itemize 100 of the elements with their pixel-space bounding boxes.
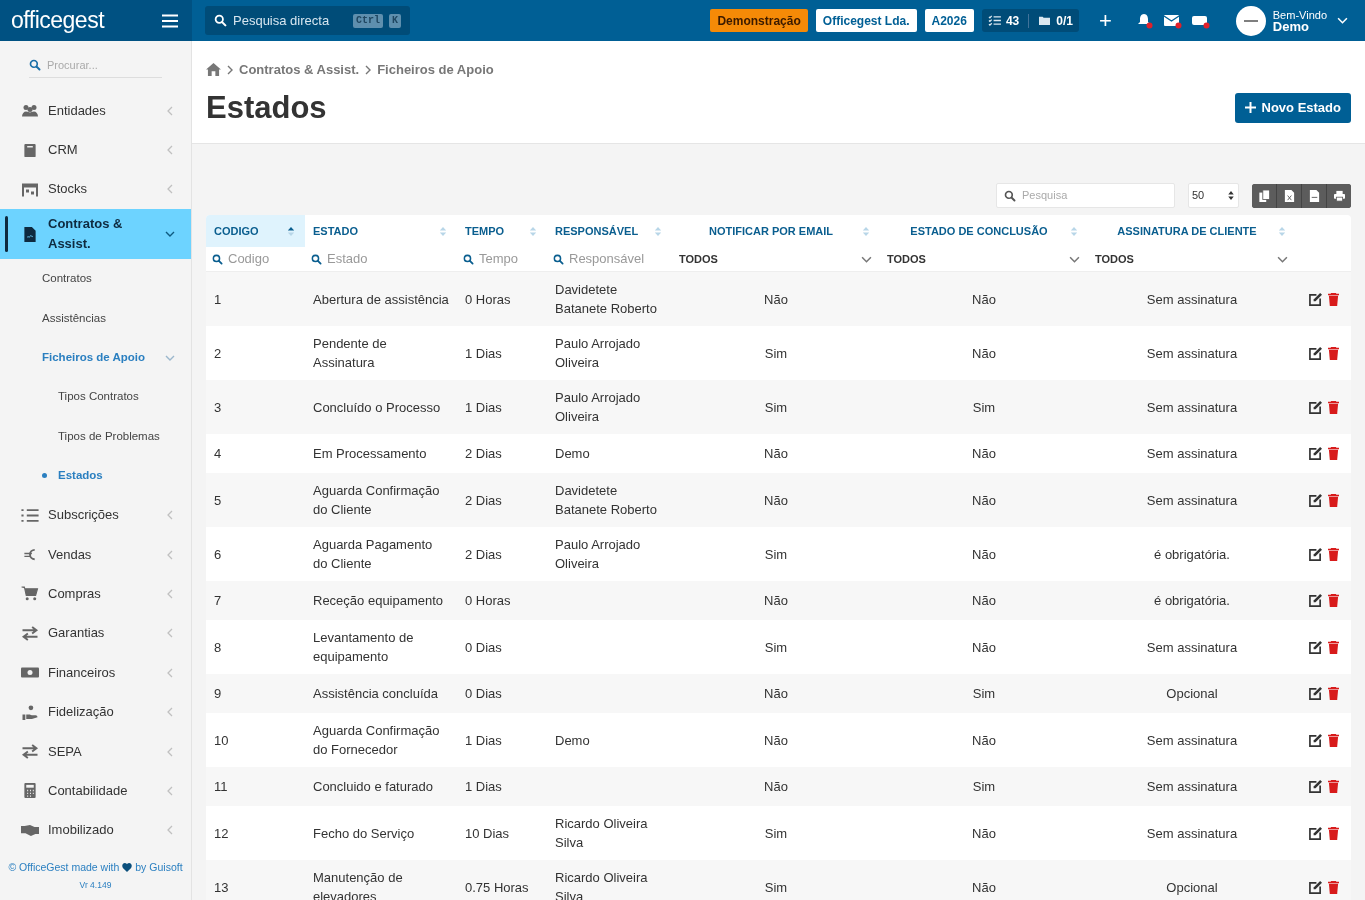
export-button[interactable] (1302, 183, 1326, 208)
chevron-down-icon[interactable] (1337, 15, 1348, 26)
filter-select[interactable]: TODOS (672, 247, 880, 271)
edit-icon[interactable] (1308, 594, 1322, 607)
sort-icon (1278, 225, 1286, 237)
sidebar-item[interactable]: Financeiros (48, 662, 165, 683)
trash-icon[interactable] (1327, 640, 1339, 654)
counter[interactable]: 43 (1005, 11, 1020, 30)
edit-icon[interactable] (1308, 687, 1322, 700)
sidebar-item[interactable]: Estados (58, 467, 191, 485)
trash-icon[interactable] (1327, 733, 1339, 747)
chevron-right-icon (365, 64, 372, 75)
sidebar-item[interactable]: Assistências (42, 309, 175, 327)
edit-icon[interactable] (1308, 346, 1322, 360)
edit-icon[interactable] (1308, 447, 1322, 460)
trash-icon[interactable] (1327, 780, 1339, 793)
table-cell: Assistência concluída (313, 686, 438, 701)
sidebar-item[interactable]: Compras (48, 584, 165, 604)
trash-icon[interactable] (1327, 493, 1339, 507)
page-size-select[interactable]: 50 (1188, 183, 1239, 208)
sort-icon (1070, 225, 1078, 237)
edit-icon[interactable] (1308, 780, 1322, 793)
calculator-icon (21, 783, 39, 799)
table-cell: Não (972, 879, 996, 895)
edit-icon[interactable] (1308, 640, 1322, 654)
table-cell: Concluído o Processo (313, 399, 441, 415)
export-button[interactable] (1277, 183, 1301, 208)
trash-icon[interactable] (1327, 687, 1339, 700)
trash-icon[interactable] (1327, 346, 1339, 360)
edit-icon[interactable] (1308, 880, 1322, 894)
filter-select[interactable]: TODOS (880, 247, 1088, 271)
edit-icon[interactable] (1308, 826, 1322, 840)
column-header[interactable]: RESPONSÁVEL (547, 215, 672, 247)
column-header[interactable]: CODIGO (206, 215, 305, 247)
sidebar-item[interactable]: SEPA (48, 741, 165, 762)
checklist-icon (987, 15, 1001, 26)
sidebar-item[interactable]: Imobilizado (48, 820, 165, 841)
sidebar-item[interactable]: Stocks (48, 179, 165, 200)
sidebar-item[interactable]: Subscrições (48, 505, 165, 526)
envelope-icon[interactable] (1163, 12, 1182, 29)
new-button[interactable]: Novo Estado (1234, 92, 1351, 123)
column-header[interactable]: ASSINATURA DE CLIENTE (1088, 215, 1296, 247)
column-header[interactable]: ESTADO (305, 215, 457, 247)
export-button[interactable] (1327, 183, 1351, 208)
menu-icon[interactable] (162, 13, 178, 28)
search-icon (29, 59, 41, 71)
edit-icon[interactable] (1308, 547, 1322, 561)
export-button[interactable] (1252, 183, 1276, 208)
avatar-icon[interactable] (1235, 5, 1266, 36)
add-button[interactable]: + (1098, 9, 1112, 32)
table-cell: 2 (214, 345, 222, 361)
table-cell: Não (972, 492, 996, 508)
user-name[interactable]: Demo (1272, 20, 1327, 33)
breadcrumb-link[interactable]: Ficheiros de Apoio (377, 60, 494, 80)
sidebar-item[interactable]: Tipos Contratos (58, 388, 191, 406)
table-cell: Aguarda Confirmação do Fornecedor (313, 723, 440, 757)
table-cell: Davidetete Batanete Roberto (555, 282, 657, 316)
trash-icon[interactable] (1327, 547, 1339, 561)
table-cell: Sim (972, 779, 996, 794)
counter[interactable]: 0/1 (1056, 11, 1073, 30)
table-cell: 1 Dias (465, 732, 502, 748)
trash-icon[interactable] (1327, 400, 1339, 414)
sidebar-item[interactable]: Fidelização (48, 702, 165, 723)
table-cell: Concluido e faturado (313, 779, 433, 794)
trash-icon[interactable] (1327, 826, 1339, 840)
table-cell: 0 Horas (465, 291, 511, 307)
badge[interactable]: Officegest Lda. (815, 9, 917, 32)
sidebar-item[interactable]: Garantias (48, 623, 165, 644)
trash-icon[interactable] (1327, 447, 1339, 460)
trash-icon[interactable] (1327, 292, 1339, 306)
column-header[interactable]: TEMPO (457, 215, 547, 247)
sidebar-item[interactable]: Ficheiros de Apoio (42, 349, 165, 367)
filter-select[interactable]: TODOS (1088, 247, 1296, 271)
table-cell: Sim (972, 686, 996, 701)
column-header[interactable]: ESTADO DE CONCLUSÃO (880, 215, 1088, 247)
search-field[interactable]: Pesquisa directa Ctrl K (205, 6, 410, 35)
sidebar-item[interactable]: CRM (48, 140, 165, 161)
trash-icon[interactable] (1327, 880, 1339, 894)
home-icon[interactable] (206, 63, 221, 77)
column-header[interactable]: NOTIFICAR POR EMAIL (672, 215, 880, 247)
badge[interactable]: Demonstração (710, 9, 808, 32)
users-icon (21, 103, 39, 119)
table-cell: 3 (214, 399, 222, 415)
badge[interactable]: A2026 (924, 9, 974, 32)
breadcrumb-link[interactable]: Contratos & Assist. (239, 60, 360, 80)
sidebar-item[interactable]: Entidades (48, 100, 165, 121)
sidebar-item[interactable]: Vendas (48, 544, 165, 565)
sidebar-item[interactable]: Contratos & Assist. (48, 214, 165, 255)
edit-icon[interactable] (1308, 400, 1322, 414)
sidebar-item[interactable]: Contratos (42, 270, 175, 288)
table-cell: Sem assinatura (1146, 492, 1238, 508)
edit-icon[interactable] (1308, 292, 1322, 306)
sidebar-item[interactable]: Tipos de Problemas (58, 427, 191, 446)
edit-icon[interactable] (1308, 733, 1322, 747)
table-cell: Não (764, 686, 788, 701)
edit-icon[interactable] (1308, 493, 1322, 507)
trash-icon[interactable] (1327, 594, 1339, 607)
sort-icon (654, 225, 662, 237)
table-cell: Sem assinatura (1146, 399, 1238, 415)
sidebar-item[interactable]: Contabilidade (48, 780, 165, 801)
